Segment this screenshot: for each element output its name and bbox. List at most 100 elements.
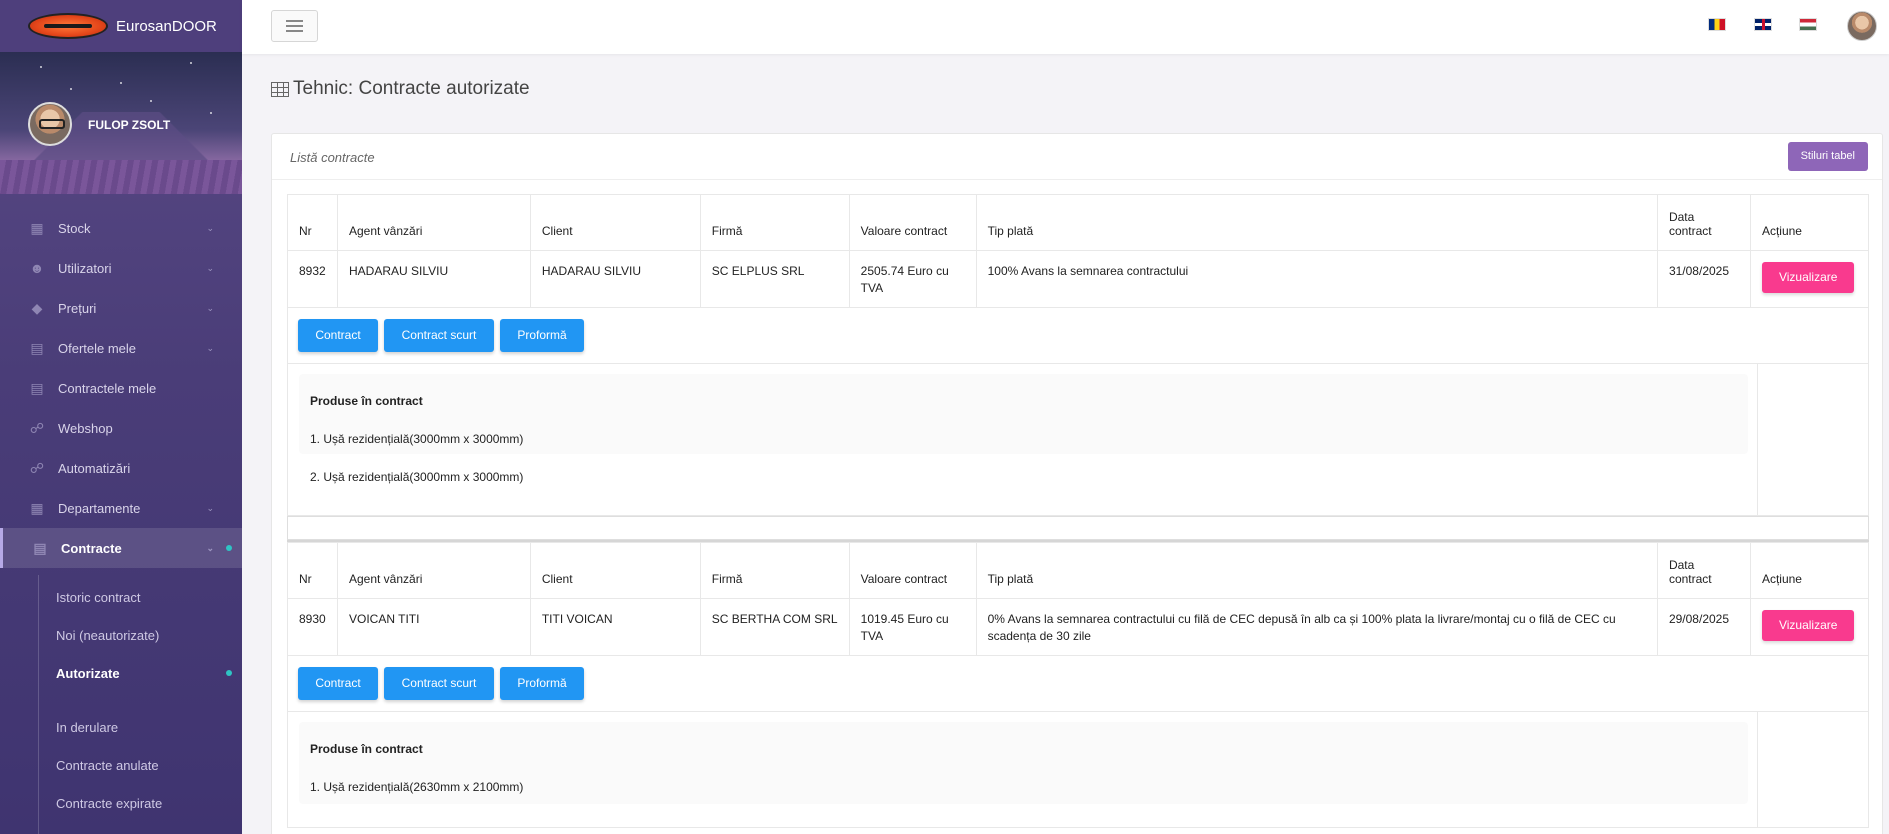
active-dot (226, 670, 232, 676)
cell-data: 31/08/2025 (1656, 250, 1751, 308)
sidebar-sub-contracte-expirate[interactable]: Contracte expirate (0, 784, 242, 822)
sidebar-sub-in-derulare[interactable]: In derulare (0, 708, 242, 746)
sidebar-sub-autorizate[interactable]: Autorizate (0, 654, 242, 692)
card-header: Listă contracte Stiluri tabel (272, 134, 1882, 180)
sidebar-item-stock[interactable]: ▦ Stock ⌄ (0, 208, 242, 248)
cell-actiune: Vizualizare (1749, 250, 1870, 308)
avatar[interactable] (28, 102, 72, 146)
file-icon: ▤ (30, 339, 44, 356)
sidebar-nav: ▦ Stock ⌄ ☻ Utilizatori ⌄ ◆ Prețuri ⌄ ▤ … (0, 194, 242, 822)
submenu-line (38, 575, 39, 834)
chevron-down-icon: ⌄ (206, 262, 214, 273)
col-header-nr: Nr (287, 542, 338, 599)
sidebar-item-label: Webshop (58, 420, 113, 436)
col-header-agent: Agent vânzări (336, 194, 531, 251)
cell-agent: HADARAU SILVIU (336, 250, 531, 308)
products-title: Produse în contract (310, 742, 423, 756)
col-header-firma: Firmă (699, 542, 850, 599)
view-button[interactable]: Vizualizare (1761, 262, 1855, 293)
products-title: Produse în contract (310, 394, 423, 408)
brand-logo (28, 13, 108, 39)
sidebar-item-ofertele-mele[interactable]: ▤ Ofertele mele ⌄ (0, 328, 242, 368)
chevron-down-icon: ⌄ (206, 302, 214, 313)
flag-ro-icon[interactable] (1708, 18, 1726, 31)
sidebar-item-contracte[interactable]: ▤ Contracte ⌄ (0, 528, 242, 568)
cell-agent: VOICAN TITI (336, 598, 531, 656)
flag-hu-icon[interactable] (1799, 18, 1817, 31)
col-header-firma: Firmă (699, 194, 850, 251)
cell-nr: 8930 (287, 598, 338, 656)
cell-valoare: 1019.45 Euro cu TVA (848, 598, 977, 656)
sidebar-item-contractele-mele[interactable]: ▤ Contractele mele (0, 368, 242, 408)
cell-valoare: 2505.74 Euro cu TVA (848, 250, 977, 308)
page-title: Tehnic: Contracte autorizate (271, 78, 530, 100)
table-row: 8932 HADARAU SILVIU HADARAU SILVIU SC EL… (287, 250, 1870, 308)
profile-name: FULOP ZSOLT (88, 118, 171, 132)
cell-firma: SC ELPLUS SRL (699, 250, 850, 308)
table-styles-button[interactable]: Stiluri tabel (1787, 142, 1868, 171)
cell-actiune: Vizualizare (1749, 598, 1870, 656)
proforma-button[interactable]: Proformă (500, 319, 584, 352)
topbar (242, 0, 1889, 54)
flag-uk-icon[interactable] (1754, 18, 1772, 31)
table-header-row: Nr Agent vânzări Client Firmă Valoare co… (287, 194, 1870, 251)
sidebar-item-label: Utilizatori (58, 260, 112, 276)
sidebar-item-utilizatori[interactable]: ☻ Utilizatori ⌄ (0, 248, 242, 288)
col-header-valoare: Valoare contract (848, 194, 977, 251)
sidebar-item-label: Automatizări (58, 460, 131, 476)
col-header-tip-plata: Tip plată (975, 542, 1658, 599)
sidebar-item-preturi[interactable]: ◆ Prețuri ⌄ (0, 288, 242, 328)
row-separator (287, 516, 1869, 540)
sidebar-sub-label: Istoric contract (56, 589, 141, 605)
short-contract-button[interactable]: Contract scurt (384, 667, 494, 700)
tag-icon: ◆ (31, 299, 43, 316)
cell-tip-plata: 100% Avans la semnarea contractului (975, 250, 1658, 308)
sidebar-item-label: Contractele mele (58, 380, 157, 396)
sidebar-sub-istoric-contract[interactable]: Istoric contract (0, 578, 242, 616)
contract-button[interactable]: Contract (298, 319, 378, 352)
card-title: Listă contracte (290, 150, 375, 165)
department-icon: ▦ (30, 499, 44, 516)
sidebar-item-label: Stock (58, 220, 91, 236)
view-button[interactable]: Vizualizare (1761, 610, 1855, 641)
page-title-text: Tehnic: Contracte autorizate (293, 78, 530, 99)
user-avatar[interactable] (1847, 11, 1877, 41)
menu-toggle-button[interactable] (271, 10, 318, 42)
sidebar-item-label: Prețuri (58, 300, 97, 316)
hamburger-icon (286, 20, 303, 22)
table-row: 8930 VOICAN TITI TITI VOICAN SC BERTHA C… (287, 598, 1870, 656)
cart-icon: ☍ (29, 459, 45, 476)
col-header-client: Client (529, 194, 701, 251)
col-header-actiune: Acțiune (1749, 194, 1870, 251)
products-row: Produse în contract 1. Ușă rezidențială(… (287, 712, 1869, 828)
profile-panel: FULOP ZSOLT (0, 52, 242, 194)
proforma-button[interactable]: Proformă (500, 667, 584, 700)
col-header-client: Client (529, 542, 701, 599)
contract-table: Nr Agent vânzări Client Firmă Valoare co… (287, 194, 1870, 308)
sidebar-item-automatizari[interactable]: ☍ Automatizări (0, 448, 242, 488)
sidebar-item-departamente[interactable]: ▦ Departamente ⌄ (0, 488, 242, 528)
sidebar-item-webshop[interactable]: ☍ Webshop (0, 408, 242, 448)
sidebar-sub-noi-neautorizate[interactable]: Noi (neautorizate) (0, 616, 242, 654)
col-header-nr: Nr (287, 194, 338, 251)
chevron-down-icon: ⌄ (206, 542, 214, 553)
short-contract-button[interactable]: Contract scurt (384, 319, 494, 352)
sidebar-sub-label: Contracte expirate (56, 795, 163, 811)
brand[interactable]: EurosanDOOR (0, 0, 242, 52)
cell-tip-plata: 0% Avans la semnarea contractului cu fil… (975, 598, 1658, 656)
table-header-row: Nr Agent vânzări Client Firmă Valoare co… (287, 542, 1870, 599)
col-header-data: Data contract (1656, 194, 1751, 251)
chevron-down-icon: ⌄ (206, 342, 214, 353)
sidebar-item-label: Ofertele mele (58, 340, 137, 356)
sidebar-sub-label: Autorizate (56, 665, 120, 681)
cell-nr: 8932 (287, 250, 338, 308)
sidebar-sub-contracte-anulate[interactable]: Contracte anulate (0, 746, 242, 784)
table-icon (271, 81, 289, 97)
sidebar-sub-label: Noi (neautorizate) (56, 627, 160, 643)
contract-table: Nr Agent vânzări Client Firmă Valoare co… (287, 542, 1870, 656)
document-buttons-row: Contract Contract scurt Proformă (287, 656, 1869, 712)
sidebar-item-label: Contracte (61, 540, 122, 556)
products-row: Produse în contract 1. Ușă rezidențială(… (287, 364, 1869, 516)
contract-button[interactable]: Contract (298, 667, 378, 700)
product-item: 2. Ușă rezidențială(3000mm x 3000mm) (310, 470, 524, 484)
